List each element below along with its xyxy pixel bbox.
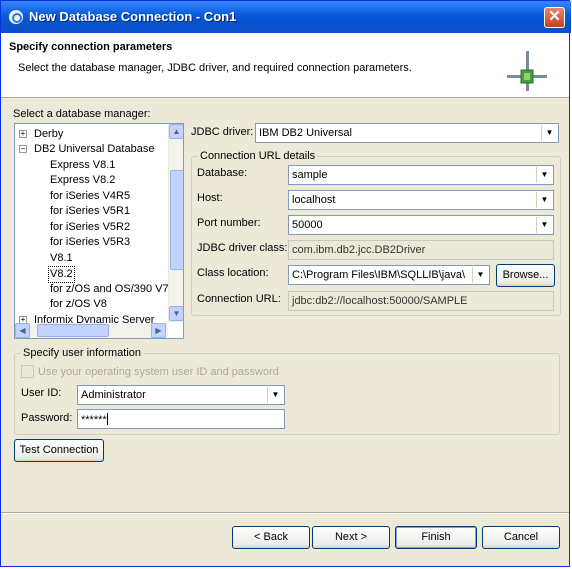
driver-class-field: com.ibm.db2.jcc.DB2Driver — [288, 240, 554, 260]
port-select[interactable]: 50000 ▼ — [288, 215, 554, 235]
test-connection-button[interactable]: Test Connection — [14, 439, 104, 462]
class-location-value: C:\Program Files\IBM\SQLLIB\java\ — [292, 269, 465, 281]
scroll-thumb[interactable] — [170, 170, 183, 270]
host-select[interactable]: localhost ▼ — [288, 190, 554, 210]
user-id-label: User ID: — [21, 387, 62, 399]
dialog-window: New Database Connection - Con1 ✕ Specify… — [0, 0, 571, 567]
user-id-value: Administrator — [81, 389, 146, 401]
finish-button[interactable]: Finish — [395, 526, 477, 549]
database-connection-icon — [8, 9, 24, 25]
driver-class-label: JDBC driver class: — [197, 242, 288, 254]
scroll-up-icon: ▲ — [172, 127, 181, 136]
dropdown-arrow-icon[interactable]: ▼ — [472, 267, 488, 283]
database-label: Database: — [197, 167, 248, 179]
db-manager-tree[interactable]: + Derby − DB2 Universal Database Express… — [14, 123, 184, 339]
tree-item-iseries-v5r3[interactable]: for iSeries V5R3 — [50, 235, 130, 250]
class-location-select[interactable]: C:\Program Files\IBM\SQLLIB\java\ ▼ — [288, 265, 490, 285]
host-label: Host: — [197, 192, 223, 204]
jdbc-driver-value: IBM DB2 Universal — [259, 127, 352, 139]
port-value: 50000 — [292, 219, 323, 231]
tree-vertical-scrollbar[interactable]: ▲ ▼ — [168, 124, 183, 322]
connection-url-label: Connection URL: — [197, 293, 281, 305]
dropdown-arrow-icon[interactable]: ▼ — [536, 217, 552, 233]
dropdown-arrow-icon[interactable]: ▼ — [536, 192, 552, 208]
connection-plug-icon — [507, 51, 547, 91]
footer-separator — [1, 512, 569, 514]
password-field[interactable]: ****** — [77, 409, 285, 429]
collapse-icon[interactable]: − — [19, 145, 27, 153]
tree-item-iseries-v5r2[interactable]: for iSeries V5R2 — [50, 220, 130, 235]
scroll-down-button[interactable]: ▼ — [169, 306, 183, 321]
tree-item-v81[interactable]: V8.1 — [50, 251, 73, 266]
tree-item-label: Derby — [34, 128, 64, 140]
back-button[interactable]: < Back — [232, 526, 310, 549]
browse-button[interactable]: Browse... — [496, 264, 555, 287]
page-title: Specify connection parameters — [9, 41, 173, 53]
connection-url-value: jdbc:db2://localhost:50000/SAMPLE — [292, 295, 468, 307]
scroll-up-button[interactable]: ▲ — [169, 124, 183, 139]
tree-horizontal-scrollbar[interactable]: ◀ ▶ — [15, 323, 168, 338]
cancel-button[interactable]: Cancel — [482, 526, 560, 549]
driver-class-value: com.ibm.db2.jcc.DB2Driver — [292, 244, 426, 256]
close-icon: ✕ — [548, 8, 561, 25]
port-label: Port number: — [197, 217, 261, 229]
page-description: Select the database manager, JDBC driver… — [18, 62, 412, 74]
scroll-right-icon: ▶ — [155, 326, 162, 335]
user-id-select[interactable]: Administrator ▼ — [77, 385, 285, 405]
scroll-thumb[interactable] — [37, 324, 109, 337]
password-value: ****** — [81, 413, 108, 426]
use-os-credentials-label: Use your operating system user ID and pa… — [38, 366, 279, 378]
text-caret — [106, 413, 108, 425]
class-location-label: Class location: — [197, 267, 269, 279]
wizard-header: Specify connection parameters Select the… — [1, 33, 569, 98]
scroll-left-icon: ◀ — [19, 326, 26, 335]
title-bar[interactable]: New Database Connection - Con1 ✕ — [1, 1, 571, 33]
close-button[interactable]: ✕ — [544, 7, 565, 28]
window-title: New Database Connection - Con1 — [29, 9, 237, 24]
database-value: sample — [292, 169, 328, 181]
user-info-legend: Specify user information — [21, 347, 143, 359]
tree-item-label: DB2 Universal Database — [34, 143, 155, 155]
scroll-left-button[interactable]: ◀ — [15, 323, 30, 338]
expand-icon[interactable]: + — [19, 130, 27, 138]
tree-item-iseries-v5r1[interactable]: for iSeries V5R1 — [50, 204, 130, 219]
jdbc-driver-label: JDBC driver: — [191, 126, 254, 138]
db-manager-label: Select a database manager: — [13, 108, 151, 120]
password-label: Password: — [21, 412, 73, 424]
connection-url-legend: Connection URL details — [198, 150, 318, 162]
next-button[interactable]: Next > — [312, 526, 390, 549]
scroll-down-icon: ▼ — [172, 309, 181, 318]
host-value: localhost — [292, 194, 336, 206]
dropdown-arrow-icon[interactable]: ▼ — [541, 125, 557, 141]
tree-item-v82[interactable]: V8.2 — [48, 266, 75, 283]
tree-item-express-v82[interactable]: Express V8.2 — [50, 173, 115, 188]
dropdown-arrow-icon[interactable]: ▼ — [536, 167, 552, 183]
jdbc-driver-select[interactable]: IBM DB2 Universal ▼ — [255, 123, 559, 143]
database-select[interactable]: sample ▼ — [288, 165, 554, 185]
connection-url-field: jdbc:db2://localhost:50000/SAMPLE — [288, 291, 554, 311]
use-os-credentials-checkbox[interactable] — [21, 365, 34, 378]
tree-item-express-v81[interactable]: Express V8.1 — [50, 158, 115, 173]
dropdown-arrow-icon[interactable]: ▼ — [267, 387, 283, 403]
tree-item-zos-v8[interactable]: for z/OS V8 — [50, 297, 107, 312]
scroll-right-button[interactable]: ▶ — [151, 323, 166, 338]
tree-item-iseries-v4r5[interactable]: for iSeries V4R5 — [50, 189, 130, 204]
tree-item-zos-os390-v7[interactable]: for z/OS and OS/390 V7 — [50, 282, 169, 297]
